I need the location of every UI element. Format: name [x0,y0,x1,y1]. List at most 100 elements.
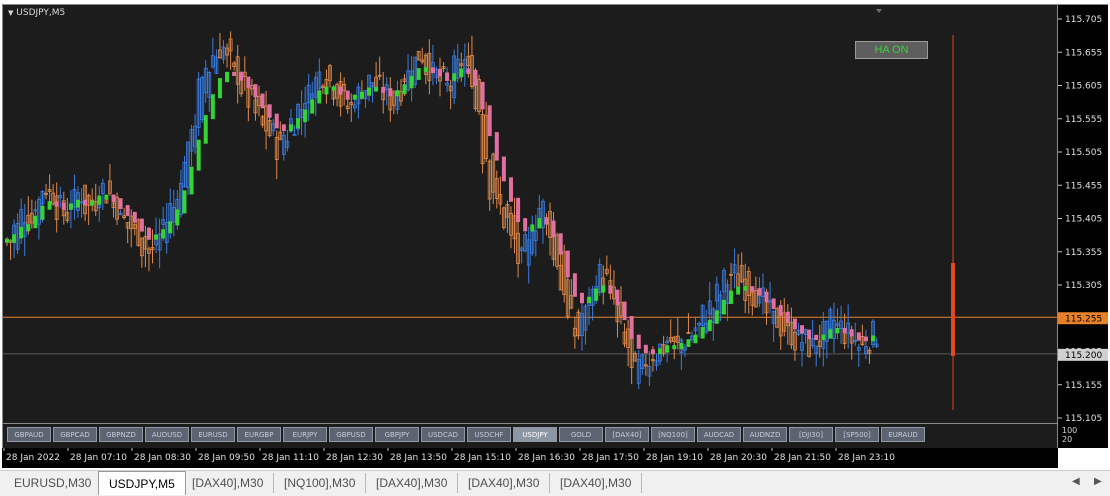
symbol-button-audnzd[interactable]: AUDNZD [743,427,787,442]
time-tick-label: 28 Jan 21:50 [774,453,831,463]
ha-candle [480,81,485,110]
symbol-button-nq100[interactable]: [NQ100] [651,427,695,442]
symbol-button-dax40[interactable]: [DAX40] [605,427,649,442]
symbol-button-gbpaud[interactable]: GBPAUD [7,427,51,442]
ha-candle [118,198,123,210]
chart-shift-icon[interactable] [876,9,882,13]
ha-candle [33,215,38,229]
symbol-button-gbpusd[interactable]: GBPUSD [329,427,373,442]
symbol-button-gbpnzd[interactable]: GBPNZD [99,427,143,442]
symbol-button-eurgbp[interactable]: EURGBP [237,427,281,442]
ha-candle [111,194,116,203]
ha-candle [317,90,322,104]
ha-candle [168,221,173,234]
terminal-window: ▼ USDJPY,M5 HA ON 115.705 115.655 115.605 1… [0,0,1110,496]
ha-candle [856,332,861,341]
symbol-button-gbpcad[interactable]: GBPCAD [53,427,97,442]
price-tick-label: 115.555 [1065,115,1102,125]
ha-candle [90,200,95,206]
price-tick-label: 115.655 [1065,48,1102,58]
time-tick-label: 28 Jan 12:30 [326,453,383,463]
price-tick-label: 115.105 [1065,414,1102,424]
indicator-scale-top: 100 [1062,426,1078,435]
ha-candle [274,113,279,129]
symbol-button-sp500[interactable]: [SP500] [835,427,879,442]
chart-title: ▼ USDJPY,M5 [8,8,65,18]
ha-candle [849,329,854,337]
symbol-button-gold[interactable]: GOLD [559,427,603,442]
symbol-button-usdchf[interactable]: USDCHF [467,427,511,442]
ha-candle [686,339,691,347]
ha-candle [594,288,599,301]
chart-tab[interactable]: USDJPY,M5 [98,471,186,495]
ha-candle [104,194,109,200]
ha-candle [338,86,343,95]
ha-candle [863,336,868,342]
chart-tab[interactable]: [DAX40],M30 [366,473,459,493]
ha-candle [232,71,237,77]
ha-candle [707,319,712,332]
ha-candle [267,104,272,118]
symbol-button-dji30[interactable]: [DJI30] [789,427,833,442]
ha-candle [771,298,776,310]
ha-candle [679,342,684,350]
tab-scroll-left-icon[interactable]: ◀ [1072,476,1080,487]
ha-candle [161,229,166,239]
symbol-button-audcad[interactable]: AUDCAD [697,427,741,442]
price-tick-label: 115.155 [1065,381,1102,391]
ha-candle [225,71,230,83]
ha-candle [345,90,350,100]
candlestick-chart [3,9,1057,410]
symbol-button-eurusd[interactable]: EURUSD [191,427,235,442]
ha-candle [693,334,698,344]
ha-candle [210,94,215,120]
ha-candle [487,105,492,137]
ha-candle [672,345,677,350]
ha-candle [388,88,393,97]
chart-menu-icon[interactable]: ▼ [8,9,13,17]
ha-candle [785,311,790,323]
symbol-button-usdcad[interactable]: USDCAD [421,427,465,442]
ha-candle [381,86,386,93]
price-tick-label: 115.455 [1065,181,1102,191]
ha-candle [19,226,24,239]
ha-candle [296,118,301,129]
tab-scroll-right-icon[interactable]: ▶ [1094,476,1102,487]
chart-title-text: USDJPY,M5 [16,8,66,18]
ha-candle [572,273,577,297]
ha-candle [374,86,379,92]
ha-candle [253,84,258,98]
ha-candle [871,335,875,342]
time-scale[interactable]: 28 Jan 2022 28 Jan 07:10 28 Jan 08:30 28 Ja… [2,448,1058,468]
price-scale[interactable]: 115.705 115.655 115.605 115.555 115.505 115.4… [1058,4,1108,448]
symbol-button-gbpjpy[interactable]: GBPJPY [375,427,419,442]
ha-candle [61,202,66,210]
symbol-button-usdjpy[interactable]: USDJPY [513,427,557,442]
ha-candle [466,68,471,74]
ha-candle [196,139,201,171]
symbol-button-audusd[interactable]: AUDUSD [145,427,189,442]
ha-candle [83,199,88,206]
symbol-button-eurjpy[interactable]: EURJPY [283,427,327,442]
ha-candle [629,316,634,339]
ha-candle [658,348,663,355]
chart-tab[interactable]: [DAX40],M30 [182,473,275,493]
chart-tab[interactable]: [DAX40],M30 [458,473,551,493]
ha-candle [601,285,606,293]
chart-tab[interactable]: [NQ100],M30 [274,473,367,493]
ha-candle [75,199,80,208]
ha-toggle-button[interactable]: HA ON [855,41,928,59]
ha-candle [473,69,478,86]
time-tick-label: 28 Jan 20:30 [710,453,767,463]
ha-candle [5,238,9,243]
chart-tab[interactable]: [DAX40],M30 [550,473,643,493]
time-tick-label: 28 Jan 2022 [6,453,60,463]
ha-candle [409,75,414,89]
symbol-button-euraud[interactable]: EURAUD [881,427,925,442]
ha-candle [665,345,670,353]
ha-candle [459,68,464,78]
ha-candle [402,84,407,95]
chart-tab[interactable]: EURUSD,M30 [4,473,103,493]
ha-candle [367,87,372,96]
chart-canvas[interactable] [2,4,1058,424]
